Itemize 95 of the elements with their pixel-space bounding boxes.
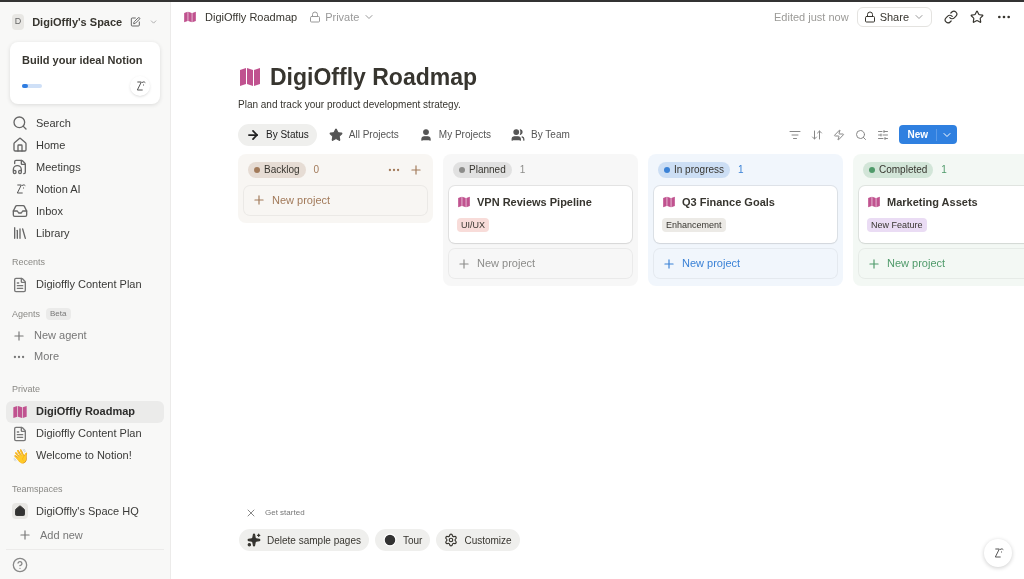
promo-title: Build your ideal Notion — [22, 53, 144, 68]
sidebar-page-item[interactable]: DigiOffly Roadmap — [6, 400, 164, 423]
new-button[interactable]: New — [899, 125, 957, 144]
face-icon-button[interactable] — [130, 76, 150, 96]
column-count: 0 — [313, 163, 320, 177]
get-started-button[interactable]: Delete sample pages — [239, 529, 369, 551]
lock-icon — [309, 11, 322, 23]
column-count: 1 — [738, 163, 744, 177]
sidebar-nav-item[interactable]: Meetings — [6, 156, 164, 178]
project-card[interactable]: Q3 Finance Goals Enhancement — [654, 185, 837, 243]
map-icon — [662, 194, 676, 209]
page-description: Plan and track your product development strategy. — [238, 97, 462, 112]
project-card[interactable]: Marketing Assets New Feature — [859, 185, 1024, 243]
section-label: Agents — [12, 307, 41, 321]
lightning-icon[interactable] — [833, 128, 846, 141]
document-icon — [12, 425, 28, 442]
beta-badge: Beta — [46, 308, 71, 321]
plus-icon — [18, 528, 32, 542]
status-pill: Planned — [453, 161, 512, 178]
sidebar-nav-item[interactable]: Inbox — [6, 200, 164, 222]
map-icon — [867, 194, 881, 209]
workspace-name[interactable]: DigiOffly's Space — [32, 13, 123, 31]
section-label: Teamspaces — [11, 482, 64, 496]
get-started-label: Get started — [265, 507, 305, 519]
column-count: 1 — [519, 163, 526, 177]
view-tab[interactable]: By Status — [238, 123, 317, 146]
plus-icon — [252, 193, 266, 207]
plus-icon — [457, 256, 471, 271]
card-tag: New Feature — [867, 218, 927, 232]
edited-status: Edited just now — [774, 9, 849, 25]
home-icon — [12, 137, 28, 153]
close-icon[interactable] — [245, 507, 257, 519]
search-icon[interactable] — [855, 128, 868, 141]
search-icon — [12, 115, 28, 131]
sidebar-nav-item[interactable]: New agent — [6, 325, 164, 346]
card-title: Marketing Assets — [887, 194, 978, 210]
plus-icon — [12, 328, 26, 343]
card-tag: Enhancement — [662, 218, 726, 232]
inbox-icon — [12, 203, 28, 219]
gear-icon — [444, 533, 459, 547]
map-icon — [183, 10, 197, 24]
house-icon — [12, 503, 28, 519]
waving-hand-icon: 👋 — [12, 448, 28, 463]
sidebar-nav-item[interactable]: Home — [6, 134, 164, 156]
project-card[interactable]: VPN Reviews Pipeline UI/UX — [449, 185, 632, 243]
section-label: Recents — [11, 256, 47, 269]
new-project-button[interactable]: New project — [244, 185, 427, 215]
card-tag: UI/UX — [457, 218, 489, 232]
sidebar-nav-item[interactable]: Notion AI — [6, 178, 164, 200]
card-title: Q3 Finance Goals — [682, 194, 775, 210]
view-tab[interactable]: All Projects — [320, 123, 407, 146]
settings-icon[interactable] — [877, 128, 890, 141]
sidebar-nav-item[interactable]: Library — [6, 222, 164, 244]
plus-icon[interactable] — [409, 162, 423, 177]
link-icon[interactable] — [944, 10, 958, 24]
map-icon — [12, 403, 28, 420]
sidebar-nav-item[interactable]: Search — [6, 112, 164, 134]
sidebar-page-item[interactable]: DigiOffly's Space HQ — [6, 500, 164, 522]
filter-icon[interactable] — [789, 128, 802, 141]
plus-icon — [867, 256, 881, 271]
view-tab[interactable]: By Team — [503, 123, 578, 146]
assistant-face-button[interactable] — [984, 539, 1012, 567]
library-icon — [12, 225, 28, 241]
help-icon[interactable] — [12, 556, 28, 573]
people-icon — [511, 127, 526, 142]
status-pill: In progress — [658, 161, 731, 178]
workspace-avatar: D — [12, 14, 25, 30]
compose-icon[interactable] — [130, 15, 141, 29]
sort-icon[interactable] — [811, 128, 824, 141]
document-icon — [12, 276, 28, 293]
lock-icon — [863, 11, 876, 23]
sidebar-page-item[interactable]: Digioffly Content Plan — [6, 422, 164, 445]
get-started-button[interactable]: Tour — [374, 529, 431, 551]
card-title: VPN Reviews Pipeline — [477, 194, 592, 210]
sidebar-page-item[interactable]: 👋 Welcome to Notion! — [6, 444, 164, 467]
person-icon — [418, 127, 433, 142]
breadcrumb-link[interactable]: DigiOffly Roadmap — [205, 8, 298, 26]
section-label: Private — [11, 383, 41, 396]
map-icon — [457, 194, 471, 209]
get-started-button[interactable]: Customize — [436, 529, 520, 551]
page-title: DigiOffly Roadmap — [270, 63, 477, 92]
document-microphone-icon — [12, 159, 28, 175]
column-count: 1 — [941, 163, 947, 177]
plus-icon — [662, 256, 676, 271]
star-icon[interactable] — [970, 10, 984, 24]
status-pill: Backlog — [248, 161, 306, 178]
star-icon — [328, 127, 343, 142]
status-pill: Completed — [863, 161, 934, 178]
sidebar-nav-item[interactable]: More — [6, 346, 164, 367]
sparkles-icon — [247, 533, 261, 547]
share-button[interactable]: Share — [856, 7, 932, 27]
view-tab[interactable]: My Projects — [410, 123, 500, 146]
sidebar-page-item[interactable]: Digioffly Content Plan — [6, 273, 164, 296]
new-project-button[interactable]: New project — [654, 249, 837, 278]
add-new-button[interactable]: Add new — [6, 524, 164, 546]
